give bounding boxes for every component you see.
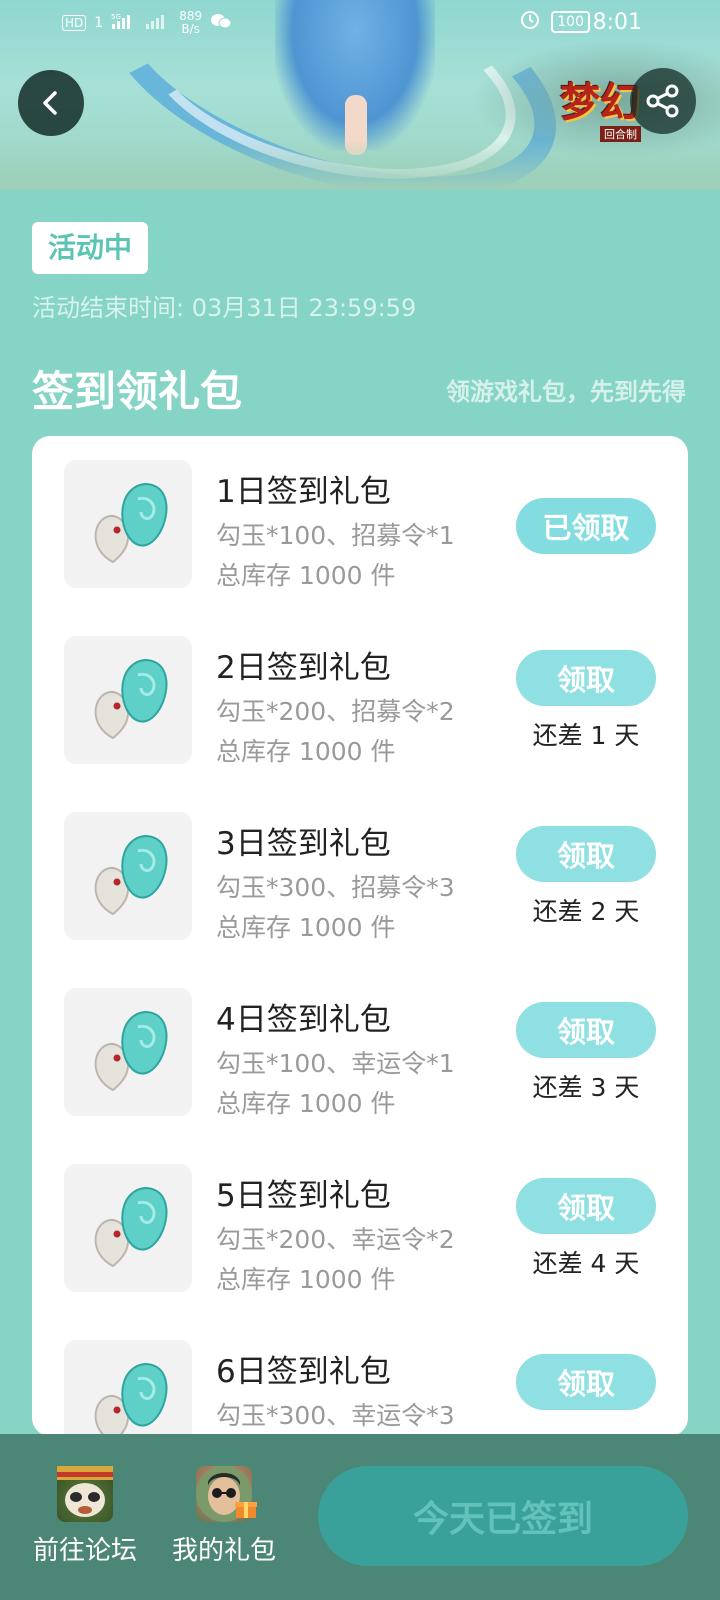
claim-button[interactable]: 领取 bbox=[516, 1002, 656, 1058]
magatama-icon bbox=[94, 834, 168, 916]
share-icon bbox=[646, 84, 679, 118]
game-logo-subtitle: 回合制 bbox=[600, 126, 641, 142]
chevron-left-icon bbox=[43, 91, 57, 115]
claim-button[interactable]: 领取 bbox=[516, 1178, 656, 1234]
gift-thumbnail bbox=[64, 636, 192, 764]
gift-title: 1日签到礼包 bbox=[216, 474, 391, 510]
list-item: 2日签到礼包 勾玉*200、招募令*2 总库存 1000 件 领取 还差 1 天 bbox=[32, 612, 688, 792]
forum-link[interactable]: 前往论坛 bbox=[25, 1466, 145, 1567]
wechat-icon bbox=[210, 12, 232, 34]
forum-label: 前往论坛 bbox=[32, 1536, 137, 1566]
list-item: 6日签到礼包 勾玉*300、幸运令*3 领取 bbox=[32, 1316, 688, 1436]
claim-button[interactable]: 领取 bbox=[516, 1354, 656, 1410]
days-remaining: 还差 1 天 bbox=[532, 721, 640, 750]
clock: 8:01 bbox=[592, 10, 642, 35]
activity-end-time: 活动结束时间: 03月31日 23:59:59 bbox=[32, 294, 417, 322]
speed-unit: B/s bbox=[181, 22, 200, 36]
bottom-bar: 前往论坛 我的礼包 今天已签到 bbox=[0, 1434, 720, 1600]
gift-stock: 总库存 1000 件 bbox=[216, 1265, 396, 1294]
gift-thumbnail bbox=[64, 1340, 192, 1436]
gift-stock: 总库存 1000 件 bbox=[216, 913, 396, 942]
gift-thumbnail bbox=[64, 1164, 192, 1292]
gift-stock: 总库存 1000 件 bbox=[216, 737, 396, 766]
gift-contents: 勾玉*200、幸运令*2 bbox=[216, 1225, 455, 1254]
share-button[interactable] bbox=[630, 68, 696, 134]
back-button[interactable] bbox=[18, 70, 84, 136]
gift-contents: 勾玉*300、幸运令*3 bbox=[216, 1401, 455, 1430]
checked-in-button[interactable]: 今天已签到 bbox=[318, 1466, 688, 1566]
battery-icon: 100 bbox=[551, 11, 590, 33]
claimed-button[interactable]: 已领取 bbox=[516, 498, 656, 554]
magatama-icon bbox=[94, 658, 168, 740]
gift-title: 2日签到礼包 bbox=[216, 650, 391, 686]
gift-title: 4日签到礼包 bbox=[216, 1002, 391, 1038]
alarm-icon bbox=[519, 8, 541, 36]
magatama-icon bbox=[94, 1186, 168, 1268]
days-remaining: 还差 4 天 bbox=[532, 1249, 640, 1278]
status-bar: HD 1 5G 889 B/s 100 8:01 bbox=[0, 0, 720, 50]
list-item: 1日签到礼包 勾玉*100、招募令*1 总库存 1000 件 已领取 bbox=[32, 436, 688, 616]
list-item: 3日签到礼包 勾玉*300、招募令*3 总库存 1000 件 领取 还差 2 天 bbox=[32, 788, 688, 968]
gift-title: 3日签到礼包 bbox=[216, 826, 391, 862]
my-gifts-link[interactable]: 我的礼包 bbox=[164, 1466, 284, 1567]
magatama-icon bbox=[94, 482, 168, 564]
list-item: 5日签到礼包 勾玉*200、幸运令*2 总库存 1000 件 领取 还差 4 天 bbox=[32, 1140, 688, 1320]
signal-icon-2 bbox=[145, 12, 171, 34]
days-remaining: 还差 2 天 bbox=[532, 897, 640, 926]
gift-contents: 勾玉*300、招募令*3 bbox=[216, 873, 455, 902]
gift-thumbnail bbox=[64, 460, 192, 588]
network-speed: 889 B/s bbox=[179, 10, 202, 36]
claim-button[interactable]: 领取 bbox=[516, 826, 656, 882]
gift-thumbnail bbox=[64, 812, 192, 940]
gift-contents: 勾玉*100、招募令*1 bbox=[216, 521, 455, 550]
signal-icon: 5G bbox=[111, 12, 137, 34]
magatama-icon bbox=[94, 1010, 168, 1092]
gift-stock: 总库存 1000 件 bbox=[216, 1089, 396, 1118]
gift-thumbnail bbox=[64, 988, 192, 1116]
section-subtitle: 领游戏礼包，先到先得 bbox=[446, 378, 686, 406]
svg-text:5G: 5G bbox=[111, 13, 121, 21]
banner-ground bbox=[0, 140, 720, 190]
forum-avatar bbox=[57, 1466, 113, 1522]
my-gifts-label: 我的礼包 bbox=[171, 1536, 276, 1566]
section-title: 签到领礼包 bbox=[32, 367, 243, 416]
gift-box-icon bbox=[234, 1496, 258, 1524]
magatama-icon bbox=[94, 1362, 168, 1436]
list-item: 4日签到礼包 勾玉*100、幸运令*1 总库存 1000 件 领取 还差 3 天 bbox=[32, 964, 688, 1144]
gift-title: 5日签到礼包 bbox=[216, 1178, 391, 1214]
hd-indicator: HD bbox=[62, 15, 87, 31]
status-right: 100 bbox=[519, 8, 590, 36]
gift-title: 6日签到礼包 bbox=[216, 1354, 391, 1390]
days-remaining: 还差 3 天 bbox=[532, 1073, 640, 1102]
gift-contents: 勾玉*200、招募令*2 bbox=[216, 697, 455, 726]
claim-button[interactable]: 领取 bbox=[516, 650, 656, 706]
sim-indicator: 1 bbox=[94, 15, 104, 31]
speed-value: 889 bbox=[179, 9, 203, 23]
gift-list-card: 1日签到礼包 勾玉*100、招募令*1 总库存 1000 件 已领取 2日签到礼… bbox=[32, 436, 688, 1436]
activity-status-tag: 活动中 bbox=[32, 222, 149, 274]
status-left: HD 1 5G 889 B/s bbox=[62, 10, 232, 36]
game-logo-text: 梦幻 bbox=[560, 79, 640, 126]
gift-contents: 勾玉*100、幸运令*1 bbox=[216, 1049, 455, 1078]
gift-stock: 总库存 1000 件 bbox=[216, 561, 396, 590]
